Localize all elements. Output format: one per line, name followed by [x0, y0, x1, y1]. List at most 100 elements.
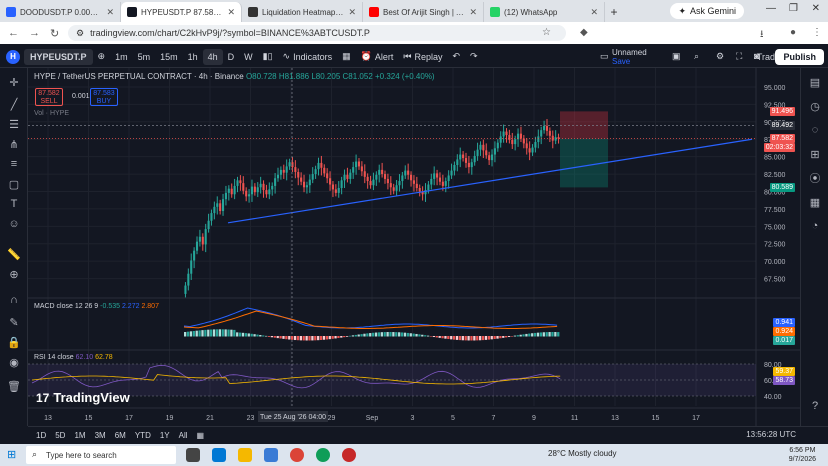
range-ytd[interactable]: YTD — [135, 431, 151, 440]
candle-body — [505, 131, 508, 136]
weather-widget[interactable]: 28°C Mostly cloudy — [548, 449, 617, 458]
crosshair-icon[interactable]: ✛ — [6, 74, 22, 90]
price-chart[interactable]: 95.00092.50090.00087.50085.00082.50080.0… — [28, 68, 800, 426]
candle-body — [360, 166, 363, 172]
symbol-search-button[interactable]: HYPEUSDT.P — [24, 48, 93, 65]
quick-search-icon[interactable]: ⌕ — [694, 51, 699, 62]
tab-close-icon[interactable]: ✕ — [227, 7, 235, 18]
chrome-icon[interactable] — [290, 448, 304, 462]
browser-tab[interactable]: Liquidation Heatmap,CATI Liq ✕ — [242, 2, 363, 22]
timeframe-15m[interactable]: 15m — [155, 46, 183, 67]
price-tick-label: 70.000 — [764, 259, 786, 266]
notifications-icon[interactable]: ◔ — [807, 218, 823, 234]
text-tool-icon[interactable]: T — [6, 196, 22, 212]
extensions-icon[interactable]: ◆ — [580, 27, 588, 38]
publish-button[interactable]: Publish — [775, 49, 824, 65]
macd-histogram-bar — [522, 334, 525, 337]
file-explorer-icon[interactable] — [238, 448, 252, 462]
help-icon[interactable]: ? — [807, 398, 823, 414]
edge-icon[interactable] — [212, 448, 226, 462]
undo-icon[interactable]: ↶ — [448, 46, 466, 67]
settings-gear-icon[interactable]: ⚙ — [716, 51, 724, 62]
goto-date-icon[interactable]: ▦ — [197, 431, 205, 440]
spread-value: 0.001 — [72, 93, 90, 100]
url-field[interactable]: ⚙ tradingview.com/chart/C2kHvP9j/?symbol=… — [68, 25, 566, 41]
layout-name-button[interactable]: Unnamed Save — [612, 48, 647, 66]
chat-icon[interactable]: ◌ — [807, 122, 823, 138]
profile-avatar[interactable]: ● — [790, 27, 796, 38]
ideas-icon[interactable]: ⊞ — [807, 146, 823, 162]
rectangle-tool-icon[interactable]: ▢ — [6, 176, 22, 192]
media-icon[interactable] — [342, 448, 356, 462]
eye-icon[interactable]: ◉ — [6, 354, 22, 370]
range-6m[interactable]: 6M — [115, 431, 126, 440]
fullscreen-icon[interactable]: ⛶ — [736, 51, 742, 62]
range-3m[interactable]: 3M — [95, 431, 106, 440]
browser-tab[interactable]: DOODUSDT.P 0.002195 ▲+ ✕ — [0, 2, 121, 22]
buy-button[interactable]: 87.583 BUY — [90, 88, 118, 106]
tab-close-icon[interactable]: ✕ — [590, 7, 598, 18]
timeframe-w[interactable]: W — [239, 46, 258, 67]
taskbar-search-input[interactable]: ⌕ Type here to search — [26, 446, 176, 464]
signal-icon[interactable]: ⦿ — [807, 170, 823, 186]
tab-close-icon[interactable]: ✕ — [348, 7, 356, 18]
back-icon[interactable]: ← — [8, 27, 19, 39]
windows-start-icon[interactable]: ⊞ — [7, 448, 16, 461]
alert-button[interactable]: ⏰ Alert — [356, 46, 399, 67]
store-icon[interactable] — [264, 448, 278, 462]
browser-tab[interactable]: HYPEUSDT.P 87.582 ▼ -0.46% ✕ — [121, 2, 242, 22]
chart-type-icon[interactable]: ▮▯ — [258, 46, 278, 67]
timeframe-1h[interactable]: 1h — [183, 46, 203, 67]
range-1d[interactable]: 1D — [36, 431, 46, 440]
timeframe-d[interactable]: D — [223, 46, 240, 67]
minimize-button[interactable]: — — [766, 3, 776, 14]
magnet-icon[interactable]: ∩ — [6, 292, 22, 308]
lock-drawings-icon[interactable]: ✎ — [6, 314, 22, 330]
tab-close-icon[interactable]: ✕ — [469, 7, 477, 18]
watchlist-icon[interactable]: ▤ — [807, 74, 823, 90]
lock-icon[interactable]: 🔒 — [6, 334, 22, 350]
replay-button[interactable]: ⏮ Replay — [398, 46, 447, 67]
utc-clock[interactable]: 13:56:28 UTC — [746, 430, 796, 439]
redo-icon[interactable]: ↷ — [465, 46, 483, 67]
bookmark-star-icon[interactable]: ☆ — [542, 27, 551, 38]
reload-icon[interactable]: ↻ — [50, 27, 59, 40]
timeframe-5m[interactable]: 5m — [133, 46, 156, 67]
timeframe-4h[interactable]: 4h — [202, 48, 223, 65]
horizontal-lines-icon[interactable]: ☰ — [6, 116, 22, 132]
browser-tab[interactable]: Best Of Arijit Singh | Arijit ✕ — [363, 2, 484, 22]
download-icon[interactable]: ⭳ — [760, 27, 764, 44]
task-view-icon[interactable] — [186, 448, 200, 462]
browser-tab[interactable]: (12) WhatsApp ✕ — [484, 2, 605, 22]
chrome-profile-icon[interactable] — [316, 448, 330, 462]
layout-icon[interactable]: ▭ — [600, 51, 609, 62]
pitchfork-icon[interactable]: ⋔ — [6, 136, 22, 152]
alerts-clock-icon[interactable]: ◷ — [807, 98, 823, 114]
templates-icon[interactable]: ▦ — [337, 46, 356, 67]
ask-gemini-button[interactable]: ✦ Ask Gemini — [670, 3, 744, 19]
forward-icon[interactable]: → — [29, 27, 40, 39]
range-1m[interactable]: 1M — [74, 431, 85, 440]
fib-icon[interactable]: ≡ — [6, 156, 22, 172]
range-5d[interactable]: 5D — [55, 431, 65, 440]
emoji-icon[interactable]: ☺ — [6, 216, 22, 232]
trash-icon[interactable]: 🗑 — [6, 378, 22, 394]
new-tab-button[interactable]: + — [605, 2, 623, 22]
trend-line-icon[interactable]: ╱ — [6, 96, 22, 112]
ruler-icon[interactable]: 📏 — [6, 246, 22, 262]
system-clock[interactable]: 6:56 PM 9/7/2026 — [789, 446, 816, 464]
maximize-button[interactable]: ❐ — [789, 3, 798, 14]
range-1y[interactable]: 1Y — [160, 431, 170, 440]
calendar-icon[interactable]: ▦ — [807, 194, 823, 210]
layouts-grid-icon[interactable]: ▣ — [672, 51, 681, 62]
indicators-button[interactable]: ∿ Indicators — [278, 46, 338, 67]
timeframe-1m[interactable]: 1m — [110, 46, 133, 67]
range-all[interactable]: All — [179, 431, 188, 440]
menu-icon[interactable]: ⋮ — [812, 27, 822, 38]
close-window-button[interactable]: ✕ — [812, 3, 820, 14]
tab-close-icon[interactable]: ✕ — [106, 7, 114, 18]
add-symbol-icon[interactable]: ⊕ — [93, 46, 111, 67]
tv-logo-icon[interactable]: H — [6, 49, 20, 64]
sell-button[interactable]: 87.582 SELL — [35, 88, 63, 106]
zoom-in-icon[interactable]: ⊕ — [6, 266, 22, 282]
